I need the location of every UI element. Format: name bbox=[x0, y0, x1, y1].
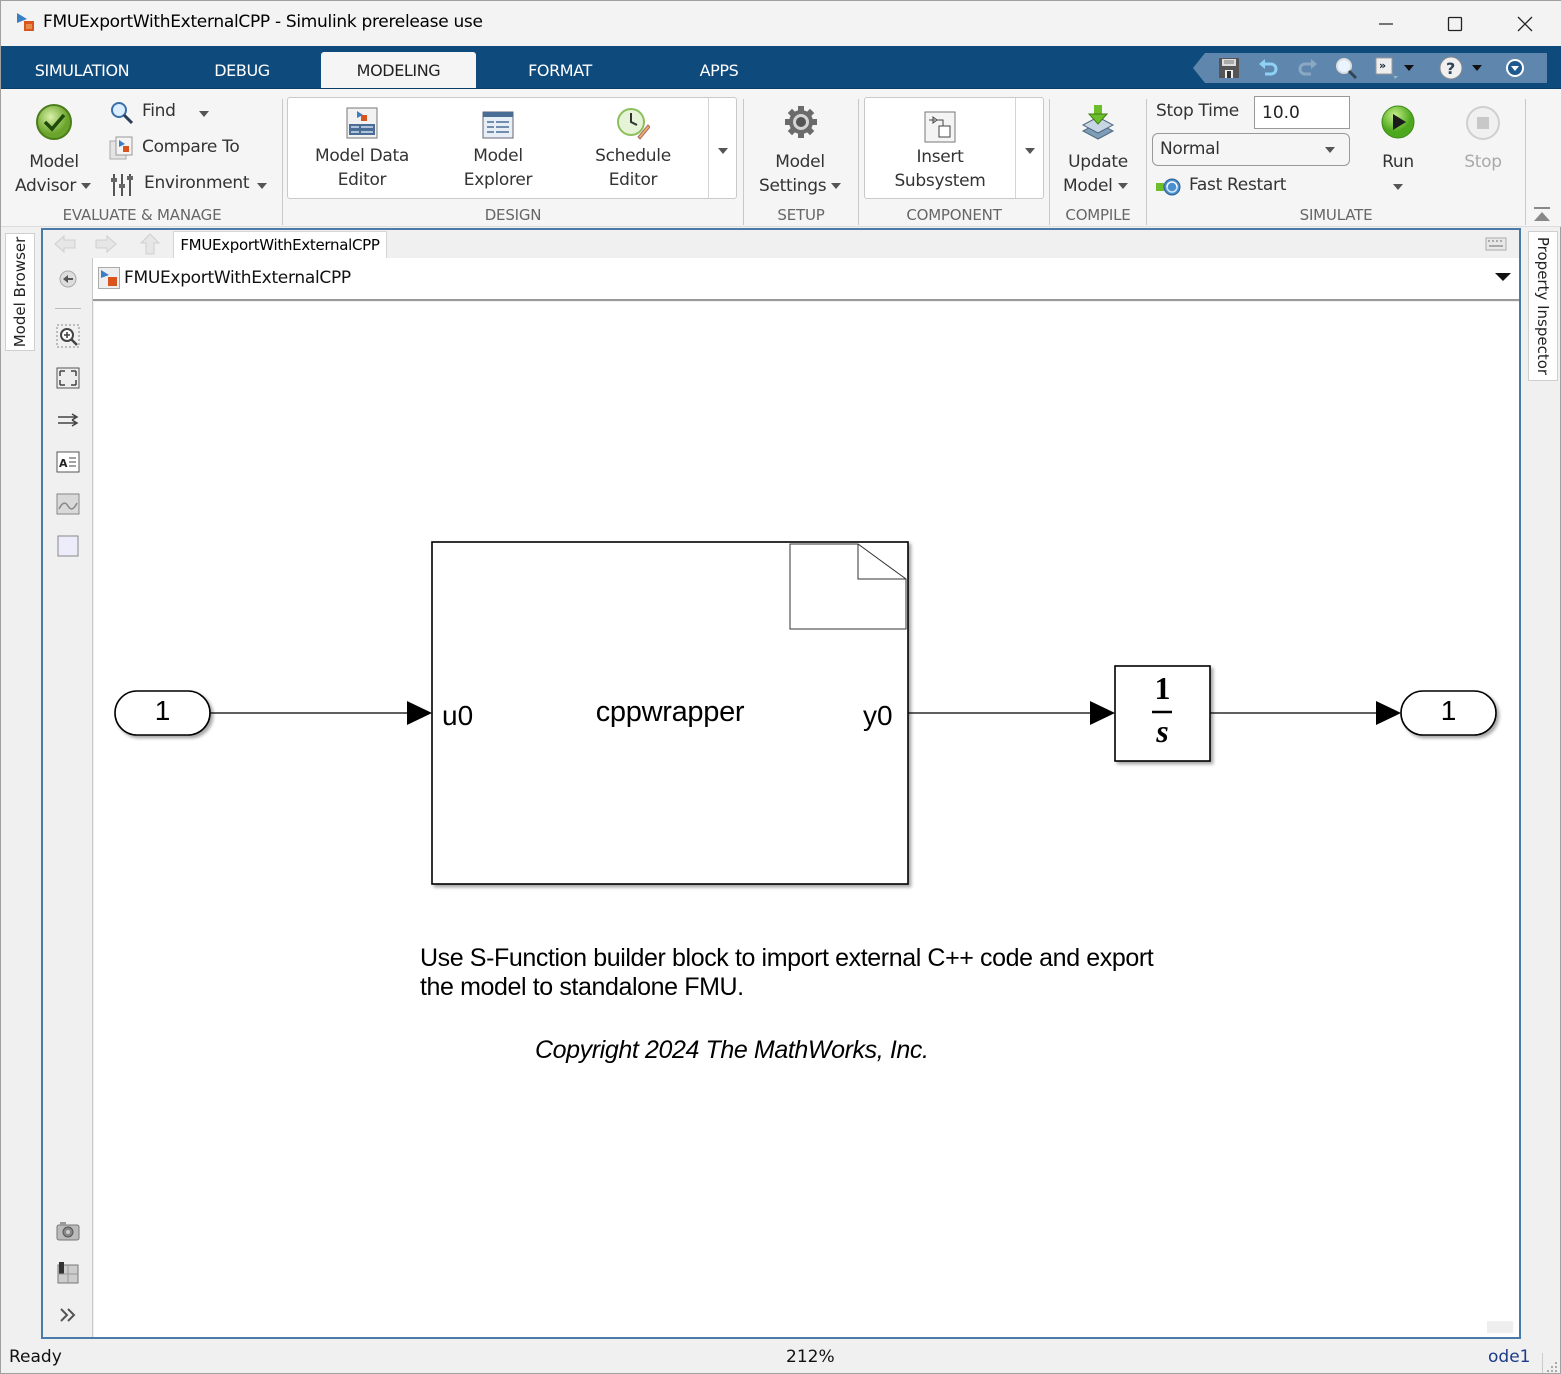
arrowhead-icon bbox=[1376, 701, 1401, 725]
integrator-denominator: s bbox=[1156, 713, 1169, 749]
outport-label: 1 bbox=[1440, 695, 1457, 726]
diagram-layer bbox=[114, 541, 1497, 885]
annotation-line-1[interactable]: Use S-Function builder block to import e… bbox=[420, 944, 1154, 973]
output-port-label: y0 bbox=[863, 700, 893, 731]
copyright-annotation[interactable]: Copyright 2024 The MathWorks, Inc. bbox=[535, 1036, 929, 1065]
inport-label: 1 bbox=[154, 695, 171, 726]
resize-grip-icon[interactable] bbox=[1547, 1359, 1559, 1372]
zoom-level: 212% bbox=[786, 1347, 835, 1367]
integrator-numerator: 1 bbox=[1154, 670, 1171, 706]
status-text: Ready bbox=[9, 1347, 62, 1367]
annotation-line-2[interactable]: the model to standalone FMU. bbox=[420, 973, 744, 1002]
solver-link[interactable]: ode1 bbox=[1488, 1347, 1530, 1367]
scroll-corner bbox=[1487, 1321, 1513, 1333]
arrowhead-icon bbox=[1090, 701, 1115, 725]
arrowhead-icon bbox=[407, 701, 432, 725]
sfunction-name: cppwrapper bbox=[595, 696, 745, 728]
divider bbox=[1542, 1353, 1543, 1373]
